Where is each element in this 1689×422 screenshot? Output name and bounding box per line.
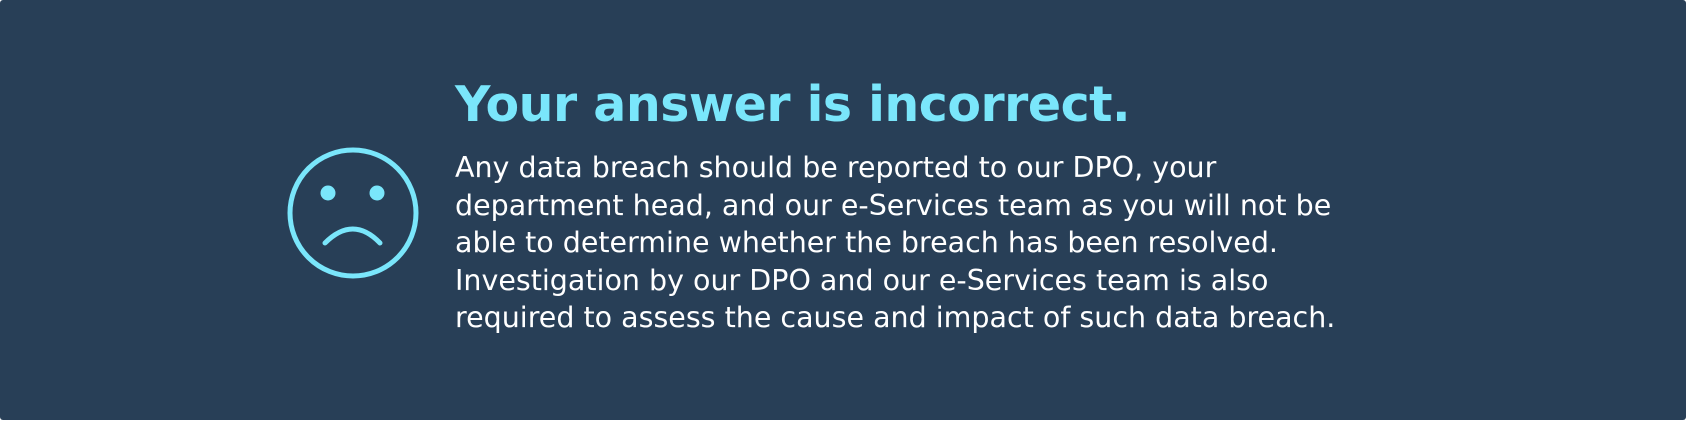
sad-face-icon	[283, 143, 423, 283]
feedback-message-line: Any data breach should be reported to ou…	[455, 151, 1217, 184]
feedback-message-line: able to determine whether the breach has…	[455, 226, 1278, 259]
feedback-message-line: Investigation by our DPO and our e-Servi…	[455, 263, 1269, 297]
feedback-message-line: required to assess the cause and impact …	[455, 301, 1336, 334]
feedback-title: Your answer is incorrect.	[455, 76, 1131, 133]
feedback-message: Any data breach should be reported to ou…	[455, 149, 1345, 337]
feedback-panel: Your answer is incorrect. Any data breac…	[0, 0, 1686, 420]
feedback-content: Your answer is incorrect. Any data breac…	[455, 73, 1355, 337]
feedback-message-line: department head, and our e-Services team…	[455, 188, 1332, 222]
